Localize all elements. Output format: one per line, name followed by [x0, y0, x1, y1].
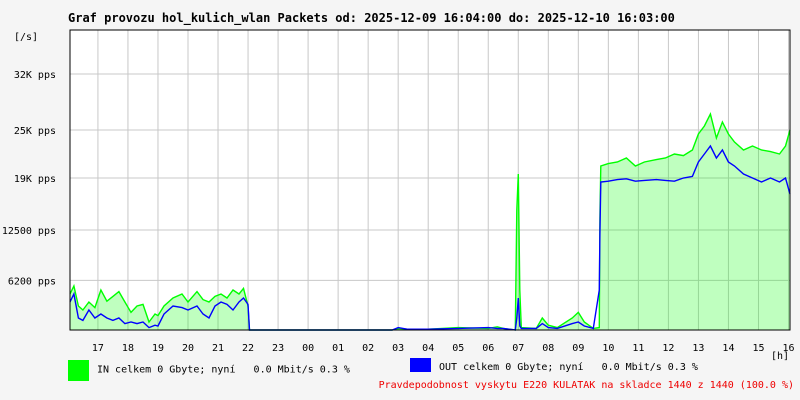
x-tick-label: 15 [752, 343, 764, 354]
x-tick-label: 06 [482, 343, 494, 354]
legend-in: IN celkem 0 Gbyte; nyní 0.0 Mbit/s 0.3 % [68, 358, 350, 381]
probability-note: Pravdepodobnost vyskytu E220 KULATAK na … [378, 380, 794, 391]
x-tick-label: 19 [152, 343, 164, 354]
x-tick-label: 20 [182, 343, 194, 354]
traffic-chart: 17 18 19 20 21 22 23 00 01 02 03 04 05 06 07 08 09 10 11 12… [2, 29, 795, 362]
y-tick-label: 25K pps [14, 126, 56, 137]
x-tick-label: 00 [302, 343, 314, 354]
x-tick-label: 07 [512, 343, 524, 354]
y-axis-label: [/s] [14, 32, 38, 43]
y-tick-label: 19K pps [14, 174, 56, 185]
x-tick-label: 18 [122, 343, 134, 354]
x-tick-label: 01 [332, 343, 344, 354]
x-tick-label: 14 [722, 343, 734, 354]
legend-in-label: IN celkem 0 Gbyte; nyní [97, 364, 236, 376]
x-tick-label: 23 [272, 343, 284, 354]
legend-out-rate: 0.0 Mbit/s 0.3 % [601, 362, 698, 373]
x-tick-label: 02 [362, 343, 374, 354]
y-tick-label: 12500 pps [2, 226, 56, 237]
x-tick-label: 05 [452, 343, 464, 354]
x-tick-label: 13 [692, 343, 704, 354]
x-tick-label: 22 [242, 343, 254, 354]
x-tick-label: 03 [392, 343, 404, 354]
legend-in-rate: 0.0 Mbit/s 0.3 % [253, 364, 350, 376]
x-tick-label: 10 [602, 343, 614, 354]
x-tick-label: 21 [212, 343, 224, 354]
legend-out-swatch [410, 358, 431, 372]
x-axis-label: [h] [771, 351, 789, 362]
legend-out: OUT celkem 0 Gbyte; nyní 0.0 Mbit/s 0.3 … [410, 358, 698, 373]
x-tick-label: 09 [572, 343, 584, 354]
x-tick-label: 08 [542, 343, 554, 354]
x-tick-label: 12 [662, 343, 674, 354]
x-tick-label: 17 [92, 343, 104, 354]
x-tick-label: 04 [422, 343, 434, 354]
legend-out-label: OUT celkem 0 Gbyte; nyní [439, 362, 584, 373]
legend-in-swatch [68, 360, 89, 381]
y-tick-label: 6200 pps [8, 276, 56, 287]
x-tick-label: 11 [632, 343, 644, 354]
y-tick-label: 32K pps [14, 70, 56, 81]
